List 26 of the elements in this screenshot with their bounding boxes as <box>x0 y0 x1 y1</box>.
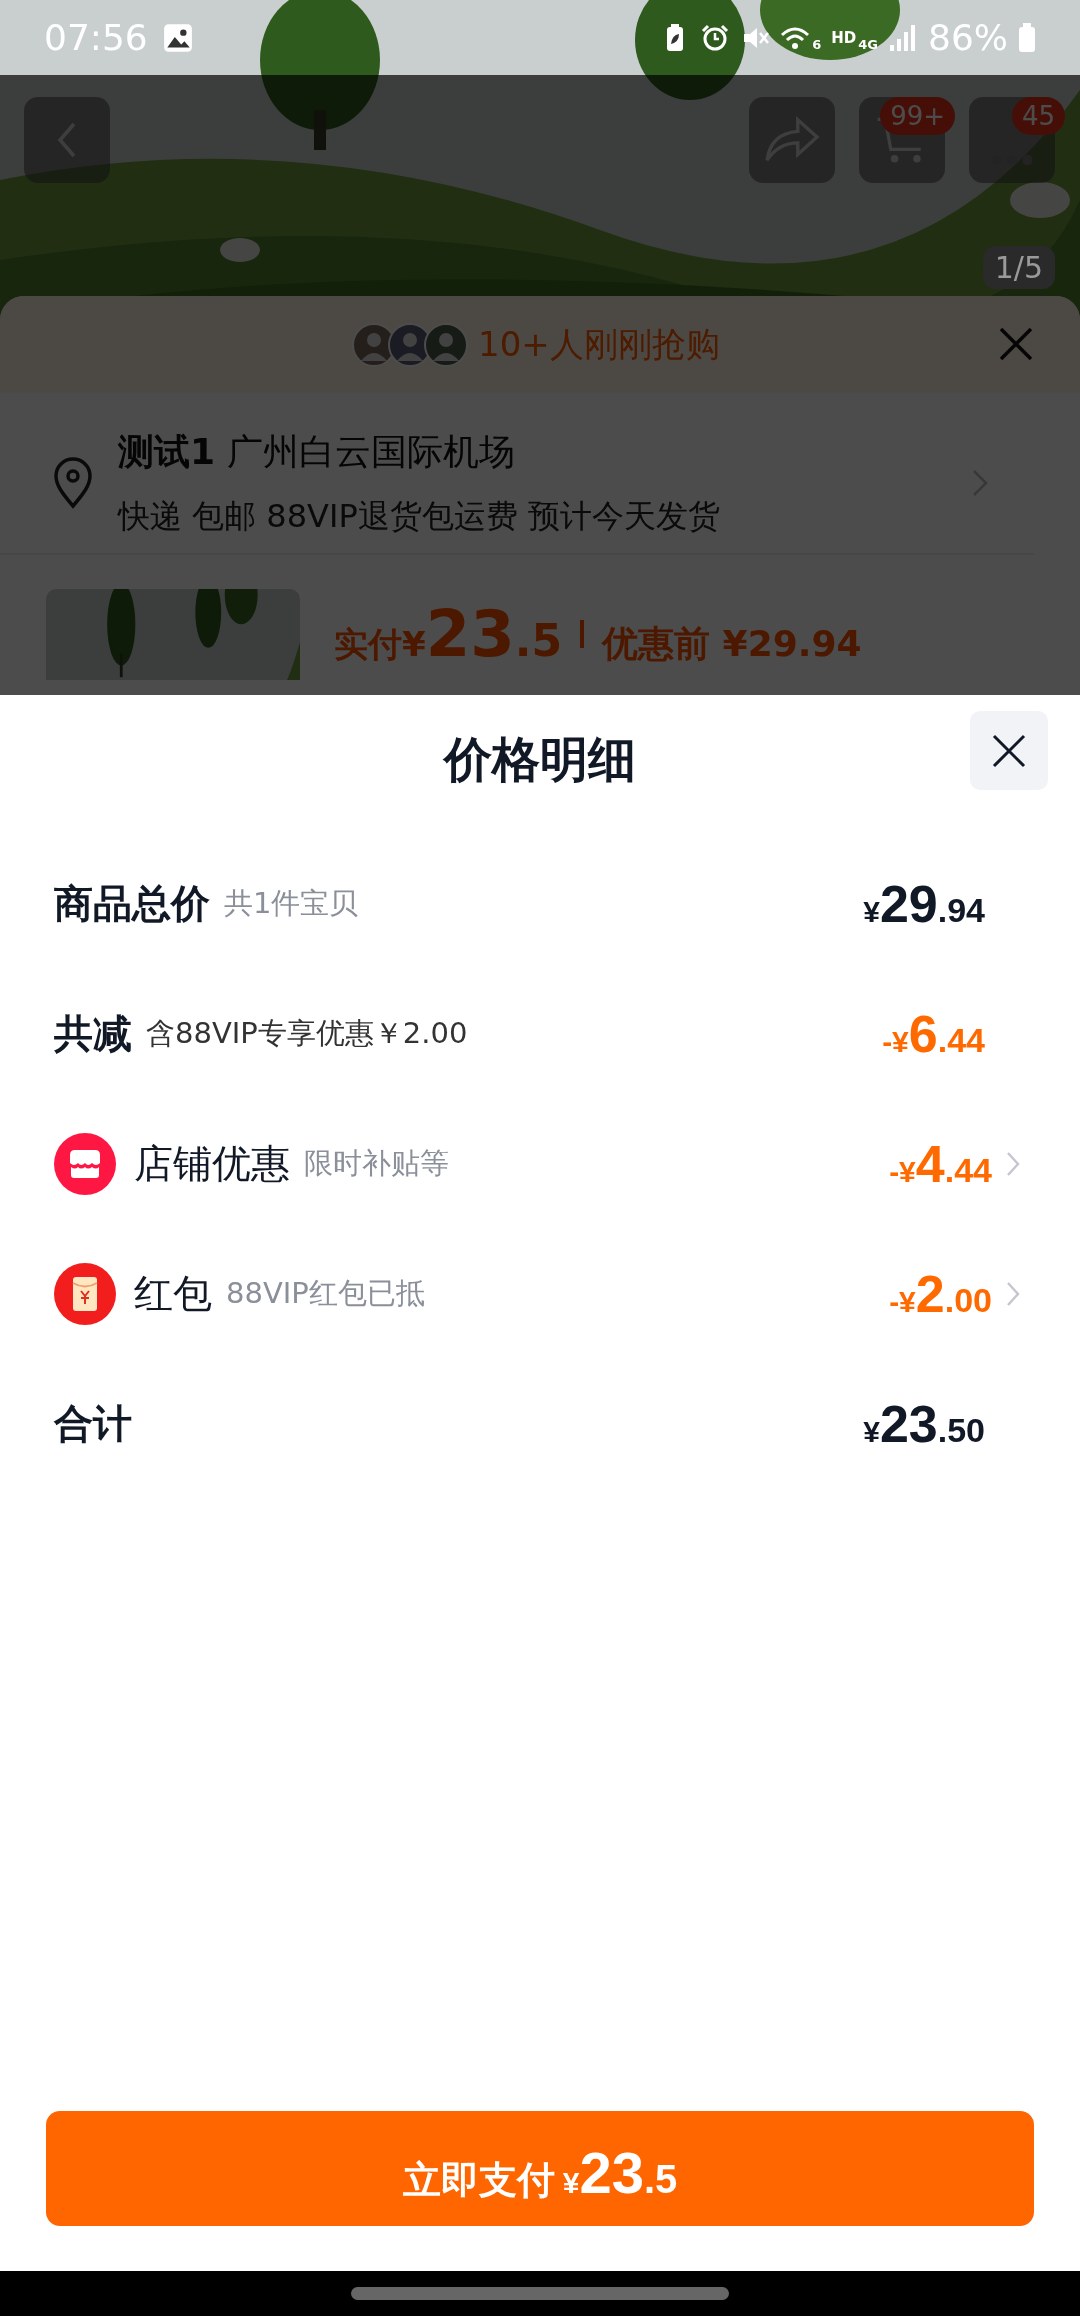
row-label: 红包 <box>134 1270 212 1318</box>
network-label: 4G <box>858 37 878 52</box>
hd-label: HD <box>831 28 857 47</box>
row-note: 88VIP红包已抵 <box>226 1275 425 1312</box>
row-note: 限时补贴等 <box>304 1145 449 1182</box>
original-price: 优惠前 ¥29.94 <box>602 622 862 666</box>
row-amount: -¥6.44 <box>882 1004 985 1064</box>
row-note: 共1件宝贝 <box>224 885 359 922</box>
address-text: 测试1 广州白云国际机场 <box>118 429 516 474</box>
wifi-label: 6 <box>812 37 822 52</box>
row-note: 含88VIP专享优惠￥2.00 <box>146 1015 468 1052</box>
buyers-note: 10+人刚刚抢购 <box>478 322 720 366</box>
row-amount: -¥2.00 <box>889 1264 992 1324</box>
row-amount: ¥29.94 <box>863 874 985 934</box>
paid-label: 实付 <box>334 623 402 666</box>
pay-button[interactable]: 立即支付 ¥23.5 <box>46 2111 1034 2226</box>
shipping-text: 快递 包邮 88VIP退货包运费 预计今天发货 <box>118 495 721 537</box>
row-label: 店铺优惠 <box>134 1140 290 1188</box>
image-counter: 1/5 <box>982 246 1055 289</box>
row-amount: ¥23.50 <box>863 1394 985 1454</box>
row-label: 共减 <box>54 1010 132 1058</box>
paid-price: ¥23.5 <box>402 597 563 671</box>
row-amount: -¥4.44 <box>889 1134 992 1194</box>
row-label: 合计 <box>54 1400 132 1448</box>
sheet-title: 价格明细 <box>444 730 636 789</box>
row-label: 商品总价 <box>54 880 210 928</box>
